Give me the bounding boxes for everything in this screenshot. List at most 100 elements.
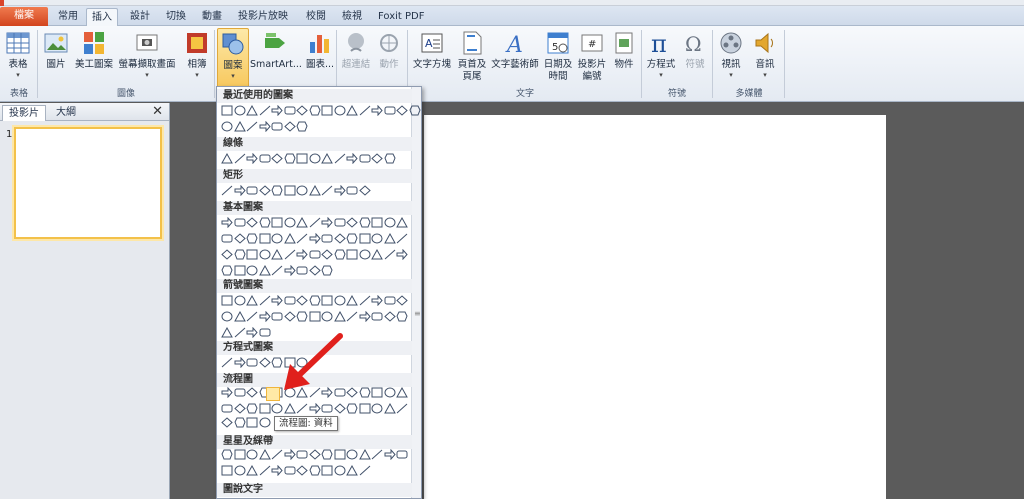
shape-option[interactable] [359,311,371,322]
shape-option[interactable] [271,311,283,322]
shape-option[interactable] [296,105,308,116]
shape-option[interactable] [221,357,233,368]
shapes-button[interactable]: 圖案 ▾ [217,28,249,88]
shape-option[interactable] [284,249,296,260]
shape-option[interactable] [359,465,371,476]
gallery-scrollbar[interactable]: ≡ [411,87,421,498]
shape-option[interactable] [271,449,283,460]
shape-option[interactable] [396,105,408,116]
shape-option[interactable] [346,153,358,164]
shape-option[interactable] [346,311,358,322]
shape-option[interactable] [284,449,296,460]
shape-option[interactable] [259,295,271,306]
shape-option[interactable] [271,295,283,306]
shape-option[interactable] [221,249,233,260]
shape-option[interactable] [321,265,333,276]
chart-button[interactable]: 圖表... [304,28,336,88]
shape-option[interactable] [296,295,308,306]
shape-option[interactable] [246,449,258,460]
shape-option[interactable] [384,217,396,228]
shape-option[interactable] [234,465,246,476]
shape-option[interactable] [396,387,408,398]
close-icon[interactable]: ✕ [152,104,163,119]
shape-option[interactable] [408,105,421,116]
shape-option[interactable] [309,153,321,164]
shape-option[interactable] [221,265,233,276]
shape-option[interactable] [271,403,283,414]
shape-option[interactable] [333,403,346,414]
shape-option[interactable] [358,387,371,398]
shape-option[interactable] [359,233,371,244]
shape-option[interactable] [283,153,296,164]
shape-option[interactable] [221,387,233,398]
shape-option[interactable] [321,295,333,306]
slide-canvas[interactable] [424,115,886,499]
shape-option[interactable] [321,217,333,228]
textbox-button[interactable]: A 文字方塊 [410,28,454,88]
shape-option[interactable] [371,249,383,260]
shape-option[interactable] [271,217,283,228]
shape-option[interactable] [284,295,296,306]
shape-option[interactable] [396,233,408,244]
shape-option[interactable] [371,217,383,228]
shape-option[interactable] [383,403,396,414]
shape-option[interactable] [271,185,283,196]
shape-option[interactable] [321,105,333,116]
shape-option[interactable] [258,265,271,276]
shape-option[interactable] [396,449,408,460]
shape-option[interactable] [384,105,396,116]
shape-option[interactable] [259,465,271,476]
shape-option[interactable] [271,265,283,276]
shape-option[interactable] [384,249,396,260]
shape-option[interactable] [258,357,271,368]
shape-option[interactable] [246,357,258,368]
shape-option[interactable] [333,311,346,322]
shape-option[interactable] [271,121,283,132]
shape-option[interactable] [371,105,383,116]
shape-option[interactable] [384,295,396,306]
shape-option[interactable] [221,327,233,338]
shape-option[interactable] [296,153,308,164]
shape-option[interactable] [383,311,396,322]
shape-option[interactable] [234,327,246,338]
shape-option[interactable] [258,449,271,460]
shape-option[interactable] [321,465,333,476]
shape-option[interactable] [334,185,346,196]
picture-button[interactable]: 圖片 [42,28,70,88]
shape-option[interactable] [234,217,246,228]
shape-option[interactable] [321,311,333,322]
tab-slides[interactable]: 投影片 [2,105,46,121]
shape-option[interactable] [308,185,321,196]
shape-option[interactable] [234,357,246,368]
shape-option[interactable] [308,265,321,276]
shape-option[interactable] [246,121,258,132]
shape-option[interactable] [359,403,371,414]
shape-option[interactable] [259,153,271,164]
shape-option[interactable] [296,311,308,322]
shape-option[interactable] [284,105,296,116]
shape-option[interactable] [346,185,358,196]
shape-option[interactable] [358,217,371,228]
shape-option[interactable] [233,403,246,414]
shape-option[interactable] [283,121,296,132]
shape-option[interactable] [346,249,358,260]
shape-option[interactable] [246,403,258,414]
tab-insert[interactable]: 插入 [86,8,118,27]
shape-option[interactable] [309,233,321,244]
shape-option[interactable] [371,403,383,414]
shape-option[interactable] [259,105,271,116]
shape-option[interactable] [371,153,383,164]
shape-option[interactable] [384,449,396,460]
shape-option[interactable] [259,417,271,428]
shape-option[interactable] [221,105,233,116]
shape-option[interactable] [346,403,358,414]
tab-foxit-pdf[interactable]: Foxit PDF [376,8,426,26]
shape-option[interactable] [259,327,271,338]
shape-option[interactable] [271,465,283,476]
shape-option[interactable] [321,449,333,460]
shape-option[interactable] [258,185,271,196]
video-button[interactable]: 視訊 ▾ [716,28,746,88]
tab-animations[interactable]: 動畫 [200,8,224,26]
shape-option[interactable] [296,121,308,132]
shape-option[interactable] [346,217,358,228]
